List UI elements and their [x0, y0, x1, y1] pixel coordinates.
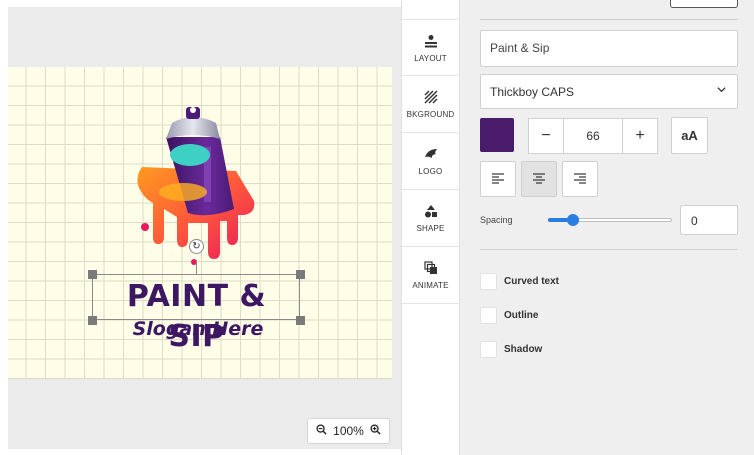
properties-panel: Paint & Sip Thickboy CAPS − 66 + aA Spac… [460, 0, 754, 455]
brand-name-text[interactable]: PAINT & SIP [94, 277, 299, 357]
text-case-button[interactable]: aA [671, 117, 708, 154]
rotate-connector [196, 260, 197, 274]
tab-background[interactable]: BKGROUND [402, 76, 459, 133]
canvas-area: ↻ PAINT & SIP Slogan Here 100% [8, 7, 401, 449]
font-select[interactable]: Thickboy CAPS [480, 74, 738, 109]
text-content-input[interactable]: Paint & Sip [480, 30, 738, 67]
top-button[interactable] [670, 0, 738, 8]
font-size-increase-button[interactable]: + [622, 118, 658, 154]
tab-animate[interactable]: ANIMATE [402, 247, 459, 304]
align-center-button[interactable] [521, 161, 557, 197]
animate-icon [423, 260, 439, 276]
spacing-label: Spacing [480, 215, 513, 225]
zoom-out-icon[interactable] [316, 424, 327, 438]
align-center-icon [533, 173, 545, 184]
artboard[interactable]: ↻ PAINT & SIP Slogan Here [8, 67, 392, 379]
top-divider [480, 19, 738, 20]
tab-background-label: BKGROUND [406, 110, 455, 119]
align-left-icon [492, 173, 504, 184]
outline-checkbox[interactable] [480, 307, 497, 324]
zoom-level: 100% [333, 424, 364, 438]
curved-text-label: Curved text [504, 276, 560, 287]
alignment-group [480, 161, 598, 197]
font-size-decrease-button[interactable]: − [528, 118, 564, 154]
text-color-swatch[interactable] [480, 118, 514, 152]
layout-icon [423, 33, 439, 49]
align-right-icon [574, 173, 586, 184]
zoom-in-icon[interactable] [370, 424, 381, 438]
shape-icon [423, 203, 439, 219]
shadow-option[interactable]: Shadow [480, 341, 542, 358]
zoom-control: 100% [307, 418, 390, 444]
align-left-button[interactable] [480, 161, 516, 197]
section-divider [480, 249, 738, 250]
curved-text-checkbox[interactable] [480, 273, 497, 290]
tab-shape-label: SHAPE [416, 224, 445, 233]
rotate-icon[interactable]: ↻ [189, 239, 204, 254]
tab-shape[interactable]: SHAPE [402, 190, 459, 247]
shadow-label: Shadow [504, 344, 543, 355]
tab-logo[interactable]: LOGO [402, 133, 459, 190]
sidebar-tabs: LAYOUT BKGROUND LOGO SHAPE ANIMATE [401, 0, 460, 455]
slogan-text[interactable]: Slogan Here [98, 318, 298, 340]
curved-text-option[interactable]: Curved text [480, 273, 559, 290]
spacing-input[interactable]: 0 [680, 205, 738, 235]
outline-option[interactable]: Outline [480, 307, 538, 324]
font-size-stepper: − 66 + [528, 118, 658, 154]
background-icon [423, 89, 439, 105]
chevron-down-icon [716, 84, 727, 98]
tab-layout-label: LAYOUT [414, 53, 447, 63]
tab-layout[interactable]: LAYOUT [402, 19, 459, 76]
tab-logo-label: LOGO [418, 167, 443, 176]
align-right-button[interactable] [562, 161, 598, 197]
logo-icon [423, 146, 439, 162]
spacing-slider-thumb[interactable] [566, 214, 579, 226]
outline-label: Outline [504, 310, 539, 321]
tab-animate-label: ANIMATE [412, 281, 449, 290]
font-select-value: Thickboy CAPS [490, 85, 575, 99]
font-size-value[interactable]: 66 [564, 118, 622, 154]
shadow-checkbox[interactable] [480, 341, 497, 358]
